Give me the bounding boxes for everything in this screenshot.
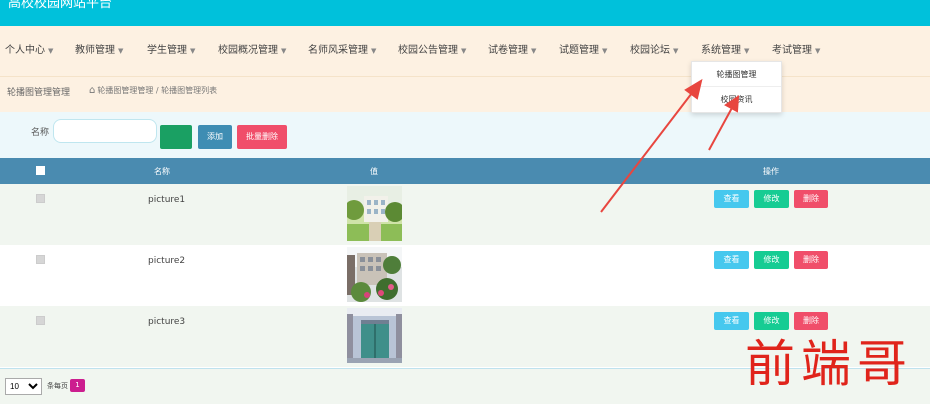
page-size-select[interactable]: 10 xyxy=(5,378,42,395)
row-checkbox[interactable] xyxy=(36,316,45,325)
search-button[interactable] xyxy=(160,125,192,149)
nav-label: 校园概况管理 xyxy=(218,45,278,56)
chevron-down-icon: ▼ xyxy=(190,47,196,55)
main-nav: 个人中心 ▼ 教师管理 ▼ 学生管理 ▼ 校园概况管理 ▼ 名师风采管理 ▼ 校园公告管理… xyxy=(0,26,930,76)
delete-button[interactable]: 删除 xyxy=(794,190,828,208)
edit-button[interactable]: 修改 xyxy=(754,251,789,269)
row-thumbnail-image xyxy=(347,186,402,241)
view-button[interactable]: 查看 xyxy=(714,312,749,330)
add-button[interactable]: 添加 xyxy=(198,125,232,149)
chevron-down-icon: ▼ xyxy=(602,47,608,55)
nav-item-exam-management[interactable]: 考试管理 ▼ xyxy=(772,41,820,56)
row-checkbox[interactable] xyxy=(36,194,45,203)
chevron-down-icon: ▼ xyxy=(815,47,821,55)
top-bar: 高校校园网站平台 xyxy=(0,0,930,26)
dropdown-item-carousel[interactable]: 轮播图管理 xyxy=(692,69,781,80)
search-bar: 名称 添加 批量删除 xyxy=(0,112,930,158)
column-header-name: 名称 xyxy=(154,167,170,176)
view-button[interactable]: 查看 xyxy=(714,190,749,208)
row-thumbnail-image xyxy=(347,308,402,363)
nav-label: 学生管理 xyxy=(147,45,187,56)
home-icon[interactable]: ⌂ xyxy=(89,85,95,96)
nav-item-teacher-management[interactable]: 教师管理 ▼ xyxy=(75,41,123,56)
page-title: 轮播图管理管理 xyxy=(7,88,71,98)
nav-item-campus-notices[interactable]: 校园公告管理 ▼ xyxy=(398,41,466,56)
nav-label: 系统管理 xyxy=(701,45,741,56)
nav-item-personal-center[interactable]: 个人中心 ▼ xyxy=(5,41,53,56)
row-thumbnail-image xyxy=(347,247,402,302)
nav-label: 校园公告管理 xyxy=(398,45,458,56)
nav-item-forum[interactable]: 校园论坛 ▼ xyxy=(630,41,678,56)
nav-item-student-management[interactable]: 学生管理 ▼ xyxy=(147,41,195,56)
system-management-dropdown: 轮播图管理 校园资讯 xyxy=(691,61,782,113)
delete-button[interactable]: 删除 xyxy=(794,251,828,269)
chevron-down-icon: ▼ xyxy=(118,47,124,55)
chevron-down-icon: ▼ xyxy=(281,47,287,55)
page-number-button[interactable]: 1 xyxy=(70,379,85,392)
dropdown-item-campus-news[interactable]: 校园资讯 xyxy=(692,94,781,105)
page-size-label: 条每页 xyxy=(47,382,68,390)
nav-label: 个人中心 xyxy=(5,45,45,56)
view-button[interactable]: 查看 xyxy=(714,251,749,269)
search-label: 名称 xyxy=(31,128,50,138)
chevron-down-icon: ▼ xyxy=(371,47,377,55)
app-title: 高校校园网站平台 xyxy=(8,0,113,11)
nav-label: 教师管理 xyxy=(75,45,115,56)
nav-item-papers[interactable]: 试卷管理 ▼ xyxy=(488,41,536,56)
breadcrumb: ⌂ 轮播图管理管理 / 轮播图管理列表 xyxy=(89,85,217,96)
nav-label: 名师风采管理 xyxy=(308,45,368,56)
nav-label: 校园论坛 xyxy=(630,45,670,56)
delete-button[interactable]: 删除 xyxy=(794,312,828,330)
chevron-down-icon: ▼ xyxy=(48,47,54,55)
breadcrumb-bar: 轮播图管理管理 ⌂ 轮播图管理管理 / 轮播图管理列表 xyxy=(0,76,930,113)
divider xyxy=(692,86,781,87)
nav-item-campus-overview[interactable]: 校园概况管理 ▼ xyxy=(218,41,286,56)
batch-delete-button[interactable]: 批量删除 xyxy=(237,125,287,149)
nav-item-questions[interactable]: 试题管理 ▼ xyxy=(559,41,607,56)
column-header-value: 值 xyxy=(370,167,378,176)
nav-label: 考试管理 xyxy=(772,45,812,56)
select-all-checkbox[interactable] xyxy=(36,166,45,175)
row-name: picture1 xyxy=(148,195,186,205)
chevron-down-icon: ▼ xyxy=(744,47,750,55)
nav-label: 试卷管理 xyxy=(488,45,528,56)
chevron-down-icon: ▼ xyxy=(673,47,679,55)
watermark-text: 前端哥 xyxy=(745,335,913,393)
chevron-down-icon: ▼ xyxy=(531,47,537,55)
breadcrumb-path: 轮播图管理管理 / 轮播图管理列表 xyxy=(97,86,218,95)
edit-button[interactable]: 修改 xyxy=(754,312,789,330)
nav-item-famous-teachers[interactable]: 名师风采管理 ▼ xyxy=(308,41,376,56)
row-name: picture2 xyxy=(148,256,186,266)
table-header: 名称 值 操作 xyxy=(0,158,930,184)
search-input[interactable] xyxy=(53,119,157,143)
row-name: picture3 xyxy=(148,317,186,327)
row-checkbox[interactable] xyxy=(36,255,45,264)
chevron-down-icon: ▼ xyxy=(461,47,467,55)
column-header-actions: 操作 xyxy=(763,167,779,176)
edit-button[interactable]: 修改 xyxy=(754,190,789,208)
table-row: picture1 查看 修改 删除 xyxy=(0,184,930,245)
table-row: picture2 查看 修改 删除 xyxy=(0,245,930,306)
nav-label: 试题管理 xyxy=(559,45,599,56)
nav-item-system-management[interactable]: 系统管理 ▼ xyxy=(701,41,749,56)
